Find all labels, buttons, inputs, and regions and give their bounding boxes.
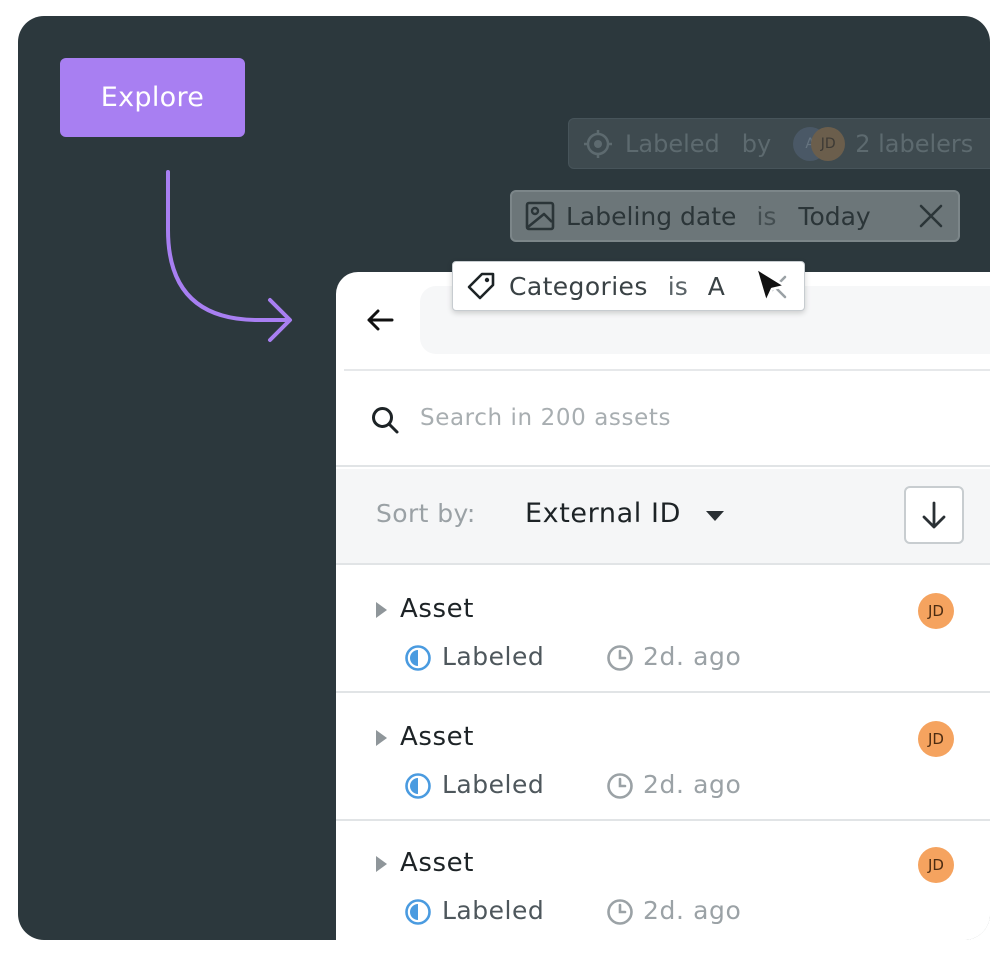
status-label: Labeled [442,770,545,799]
sort-label: Sort by: [376,499,476,528]
search-icon [372,407,399,434]
list-item[interactable]: Asset JD Labeled 2d. ago [336,695,990,821]
sort-bar: Sort by: External ID [336,469,990,565]
timestamp: 2d. ago [643,770,742,799]
clock-icon [607,645,633,671]
sort-direction-button[interactable] [904,486,964,544]
filter-chip-labeled[interactable]: Labeled by A JD 2 labelers [568,118,990,169]
arrow-down-icon [922,501,946,529]
half-circle-status-icon [405,899,431,925]
filter-operator: is [756,201,777,231]
expand-icon[interactable] [374,601,388,619]
caret-down-icon[interactable] [704,509,726,523]
clock-icon [607,773,633,799]
avatar: JD [918,593,954,629]
close-icon[interactable] [918,203,944,229]
filter-operator: by [741,129,772,158]
avatar: JD [811,126,846,161]
avatar-group: A JD [793,126,846,161]
mouse-cursor-icon [754,266,787,304]
filter-field: Categories [509,271,648,301]
search-bar: Search in 200 assets [336,371,990,467]
app-frame: Explore Labeled by A JD 2 labelers Label… [18,16,990,940]
filter-operator: is [667,271,688,301]
half-circle-status-icon [405,773,431,799]
avatar: JD [918,847,954,883]
clock-icon [607,899,633,925]
status-label: Labeled [442,642,545,671]
list-item[interactable]: Asset JD Labeled 2d. ago [336,821,990,940]
avatar: JD [918,721,954,757]
filter-value: Today [798,201,871,231]
filter-value: 2 labelers [855,129,974,158]
list-item[interactable]: Asset JD Labeled 2d. ago [336,567,990,693]
half-circle-status-icon [405,645,431,671]
filter-field: Labeling date [566,201,737,231]
asset-title: Asset [400,722,475,752]
image-icon [525,201,555,231]
timestamp: 2d. ago [643,642,742,671]
expand-icon[interactable] [374,729,388,747]
filter-value: A [707,271,725,301]
asset-panel: Search in 200 assets Sort by: External I… [336,272,990,940]
target-icon [584,129,612,158]
status-label: Labeled [442,896,545,925]
asset-title: Asset [400,594,475,624]
filter-field: Labeled [625,129,720,158]
tag-icon [467,272,495,300]
asset-title: Asset [400,848,475,878]
sort-select[interactable]: External ID [525,498,681,529]
timestamp: 2d. ago [643,896,742,925]
filter-chip-labeling-date[interactable]: Labeling date is Today [510,190,960,242]
explore-button[interactable]: Explore [60,58,245,137]
expand-icon[interactable] [374,855,388,873]
arrow-left-icon[interactable] [364,304,396,336]
search-input[interactable]: Search in 200 assets [420,405,671,431]
